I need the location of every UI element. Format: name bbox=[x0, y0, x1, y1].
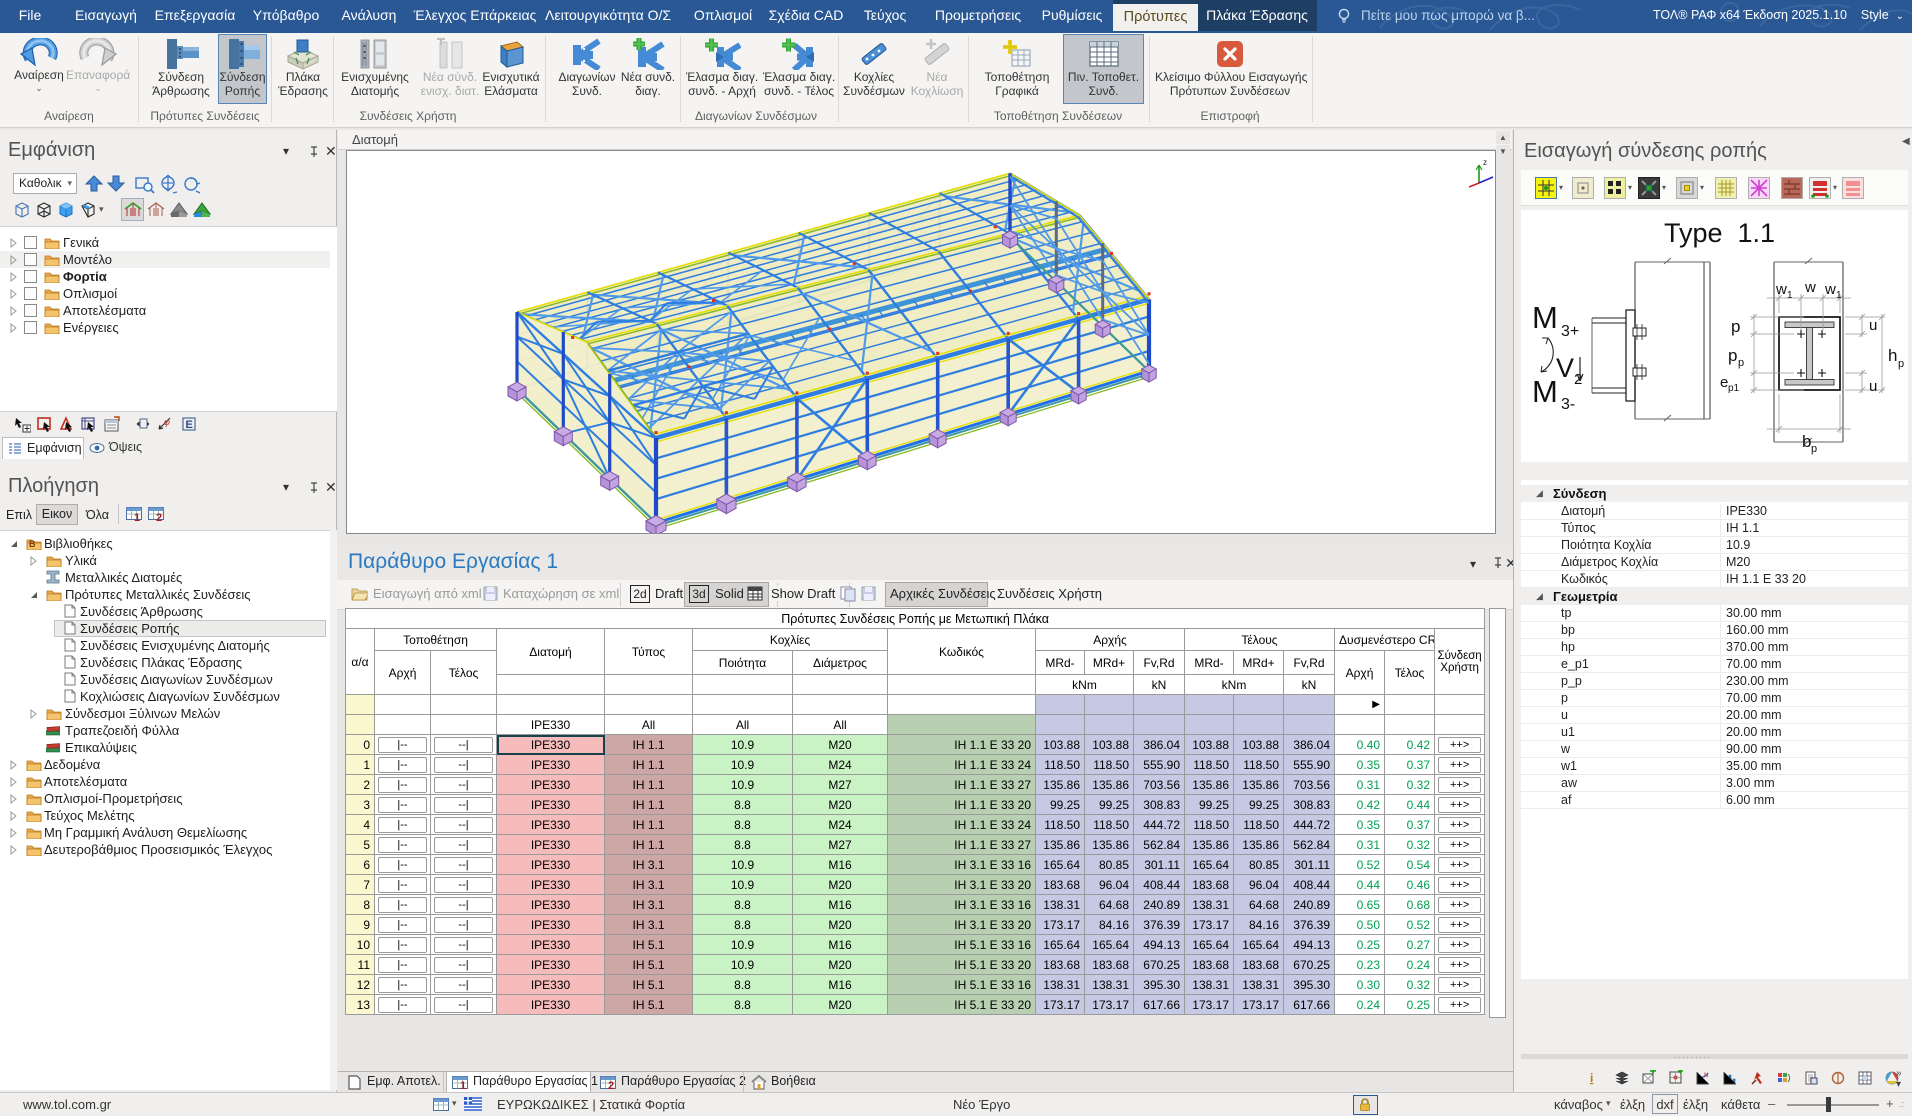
svg-text:p: p bbox=[1731, 317, 1740, 336]
svg-text:i: i bbox=[1590, 1071, 1593, 1085]
svg-text:M: M bbox=[1532, 374, 1558, 409]
svg-text:p: p bbox=[1728, 346, 1737, 365]
svg-text:h: h bbox=[1888, 346, 1897, 365]
svg-text:w: w bbox=[1804, 279, 1816, 296]
svg-text:1: 1 bbox=[1836, 290, 1842, 301]
svg-text:p: p bbox=[1738, 357, 1744, 369]
svg-text:3-: 3- bbox=[1561, 396, 1575, 413]
svg-text:φ: φ bbox=[164, 417, 170, 427]
svg-text:p1: p1 bbox=[1728, 383, 1740, 394]
svg-text:3+: 3+ bbox=[1561, 323, 1579, 340]
svg-text:p: p bbox=[1811, 443, 1817, 455]
svg-text:N: N bbox=[1704, 1073, 1708, 1079]
svg-text:w: w bbox=[1775, 281, 1787, 298]
svg-text:u: u bbox=[1869, 378, 1877, 395]
svg-text:u: u bbox=[1869, 317, 1877, 334]
svg-text:z: z bbox=[1483, 158, 1487, 167]
svg-text:E: E bbox=[186, 419, 193, 431]
svg-text:1: 1 bbox=[1787, 290, 1793, 301]
svg-text:p: p bbox=[1898, 358, 1904, 370]
svg-text:Type 1.1: Type 1.1 bbox=[1664, 218, 1775, 248]
svg-text:M: M bbox=[1532, 300, 1558, 335]
svg-text:V: V bbox=[1556, 353, 1574, 383]
svg-text:w: w bbox=[1824, 281, 1836, 298]
